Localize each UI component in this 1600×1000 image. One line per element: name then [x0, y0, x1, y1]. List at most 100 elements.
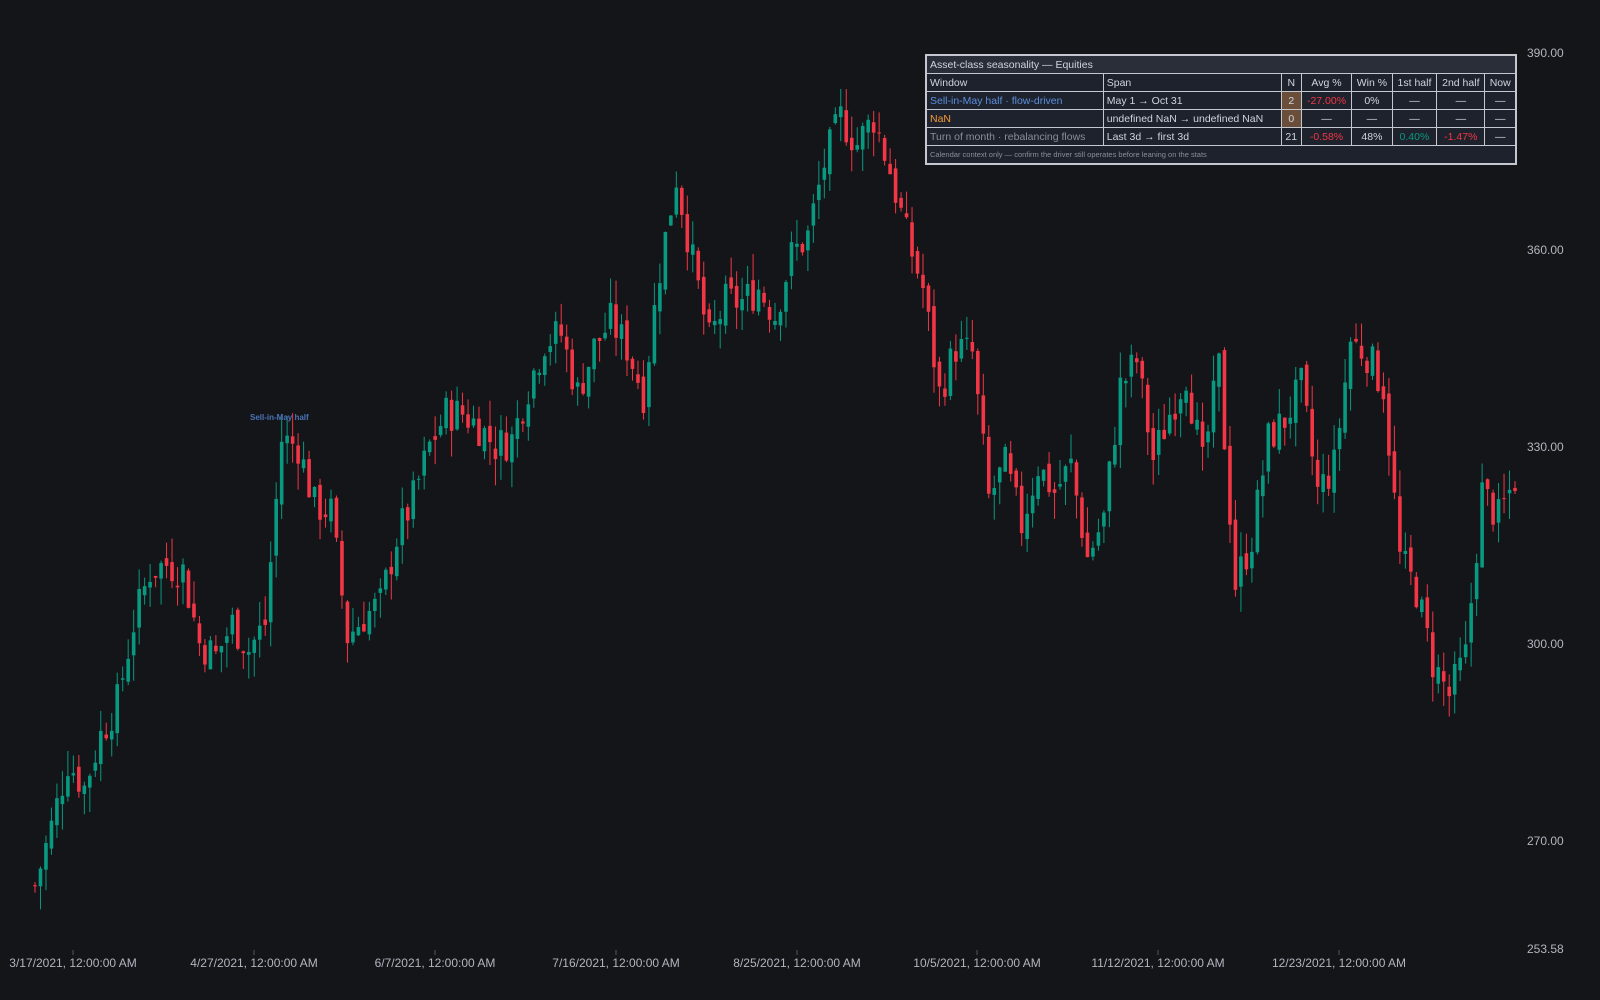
- candle-body: [1250, 551, 1254, 569]
- candle-body: [1370, 346, 1375, 376]
- date-tick-label: 11/12/2021, 12:00:00 AM: [1091, 956, 1224, 970]
- candle-body: [669, 215, 673, 226]
- candle-body: [1272, 422, 1276, 447]
- candle-body: [449, 399, 454, 431]
- candle-body: [153, 575, 158, 578]
- candle-body: [510, 434, 514, 463]
- candle-body: [778, 311, 783, 326]
- candle-body: [1074, 462, 1079, 496]
- date-tick-label: 6/7/2021, 12:00:00 AM: [375, 956, 496, 970]
- candle-body: [1085, 532, 1090, 558]
- cell-first-half: 0.40%: [1391, 127, 1438, 146]
- candle-body: [504, 432, 509, 461]
- candle-body: [833, 114, 838, 124]
- candle-body: [800, 243, 805, 253]
- header-n: N: [1280, 73, 1302, 92]
- candle-body: [521, 421, 525, 424]
- candle-body: [1091, 547, 1095, 557]
- candle-body: [1277, 413, 1282, 450]
- candle-body: [1491, 492, 1495, 525]
- candle-body: [1282, 417, 1287, 428]
- candle-body: [1189, 392, 1194, 424]
- candle-body: [203, 645, 207, 665]
- candle-body: [471, 418, 476, 426]
- table-row: Sell-in-May half · flow-driven May 1 → O…: [926, 91, 1516, 110]
- cell-win: —: [1351, 109, 1393, 128]
- time-axis[interactable]: 3/17/2021, 12:00:00 AM 4/27/2021, 12:00:…: [9, 950, 1406, 970]
- candle-body: [290, 436, 295, 444]
- candle-body: [1420, 599, 1424, 613]
- candle-body: [1118, 377, 1123, 446]
- candle-body: [904, 213, 909, 218]
- candle-body: [493, 448, 498, 460]
- header-window: Window: [926, 73, 1104, 92]
- candle-body: [1496, 499, 1501, 523]
- candle-body: [1069, 458, 1073, 464]
- candle-body: [1387, 393, 1391, 456]
- candle-body: [581, 383, 585, 394]
- candle-body: [1151, 428, 1156, 461]
- candle-body: [603, 332, 607, 339]
- candle-body: [652, 305, 657, 364]
- candle-body: [246, 651, 251, 655]
- candle-body: [1502, 498, 1506, 500]
- candle-body: [756, 289, 761, 312]
- date-tick-label: 10/5/2021, 12:00:00 AM: [913, 956, 1040, 970]
- candle-body: [630, 358, 635, 369]
- candle-body: [1140, 360, 1145, 379]
- cell-window: NaN: [926, 109, 1104, 128]
- candle-body: [1080, 497, 1084, 538]
- candle-body: [268, 562, 273, 623]
- candle-body: [131, 632, 136, 656]
- candle-body: [197, 623, 202, 644]
- candle-body: [937, 361, 942, 387]
- cell-avg: -0.58%: [1300, 127, 1353, 146]
- candle-body: [1326, 475, 1331, 489]
- candle-body: [734, 285, 739, 308]
- candle-body: [252, 639, 257, 653]
- candle-body: [712, 320, 717, 326]
- annotation-label: Sell-in-May half: [250, 413, 309, 422]
- candle-body: [701, 276, 706, 315]
- candle-body: [356, 627, 361, 636]
- cell-span: undefined NaN → undefined NaN: [1102, 109, 1282, 128]
- candle-body: [1447, 686, 1452, 697]
- candle-body: [1173, 413, 1177, 420]
- cell-avg: —: [1300, 109, 1353, 128]
- candle-body: [592, 338, 596, 370]
- candle-body: [658, 283, 662, 312]
- candle-body: [855, 145, 860, 150]
- candle-body: [126, 658, 130, 682]
- candle-body: [1052, 489, 1057, 493]
- candle-body: [389, 566, 394, 575]
- candle-body: [811, 203, 816, 226]
- price-tick-label: 330.00: [1527, 440, 1564, 454]
- candle-body: [976, 350, 980, 395]
- cell-span: May 1 → Oct 31: [1102, 91, 1282, 110]
- candle-body: [55, 798, 59, 826]
- candle-body: [488, 425, 492, 443]
- candle-body: [1222, 350, 1227, 450]
- candle-body: [77, 766, 81, 792]
- candle-body: [948, 348, 953, 396]
- candle-body: [970, 341, 975, 352]
- candle-body: [806, 230, 810, 251]
- candle-body: [954, 351, 958, 362]
- candle-body: [340, 541, 344, 596]
- price-axis[interactable]: 390.00 360.00 330.00 300.00 270.00 253.5…: [1527, 46, 1564, 956]
- candle-body: [296, 445, 300, 464]
- candle-body: [1261, 475, 1265, 497]
- candle-body: [230, 614, 235, 635]
- candle-body: [427, 441, 432, 453]
- candle-body: [318, 484, 322, 520]
- cell-avg: -27.00%: [1300, 91, 1353, 110]
- candle-body: [93, 762, 98, 771]
- candle-body: [926, 285, 931, 312]
- candle-body: [526, 404, 531, 427]
- candle-body: [1102, 512, 1106, 527]
- candle-body: [537, 372, 542, 376]
- candle-body: [1156, 430, 1161, 455]
- candle-body: [38, 868, 43, 887]
- candle-body: [241, 651, 246, 654]
- candle-body: [795, 243, 799, 247]
